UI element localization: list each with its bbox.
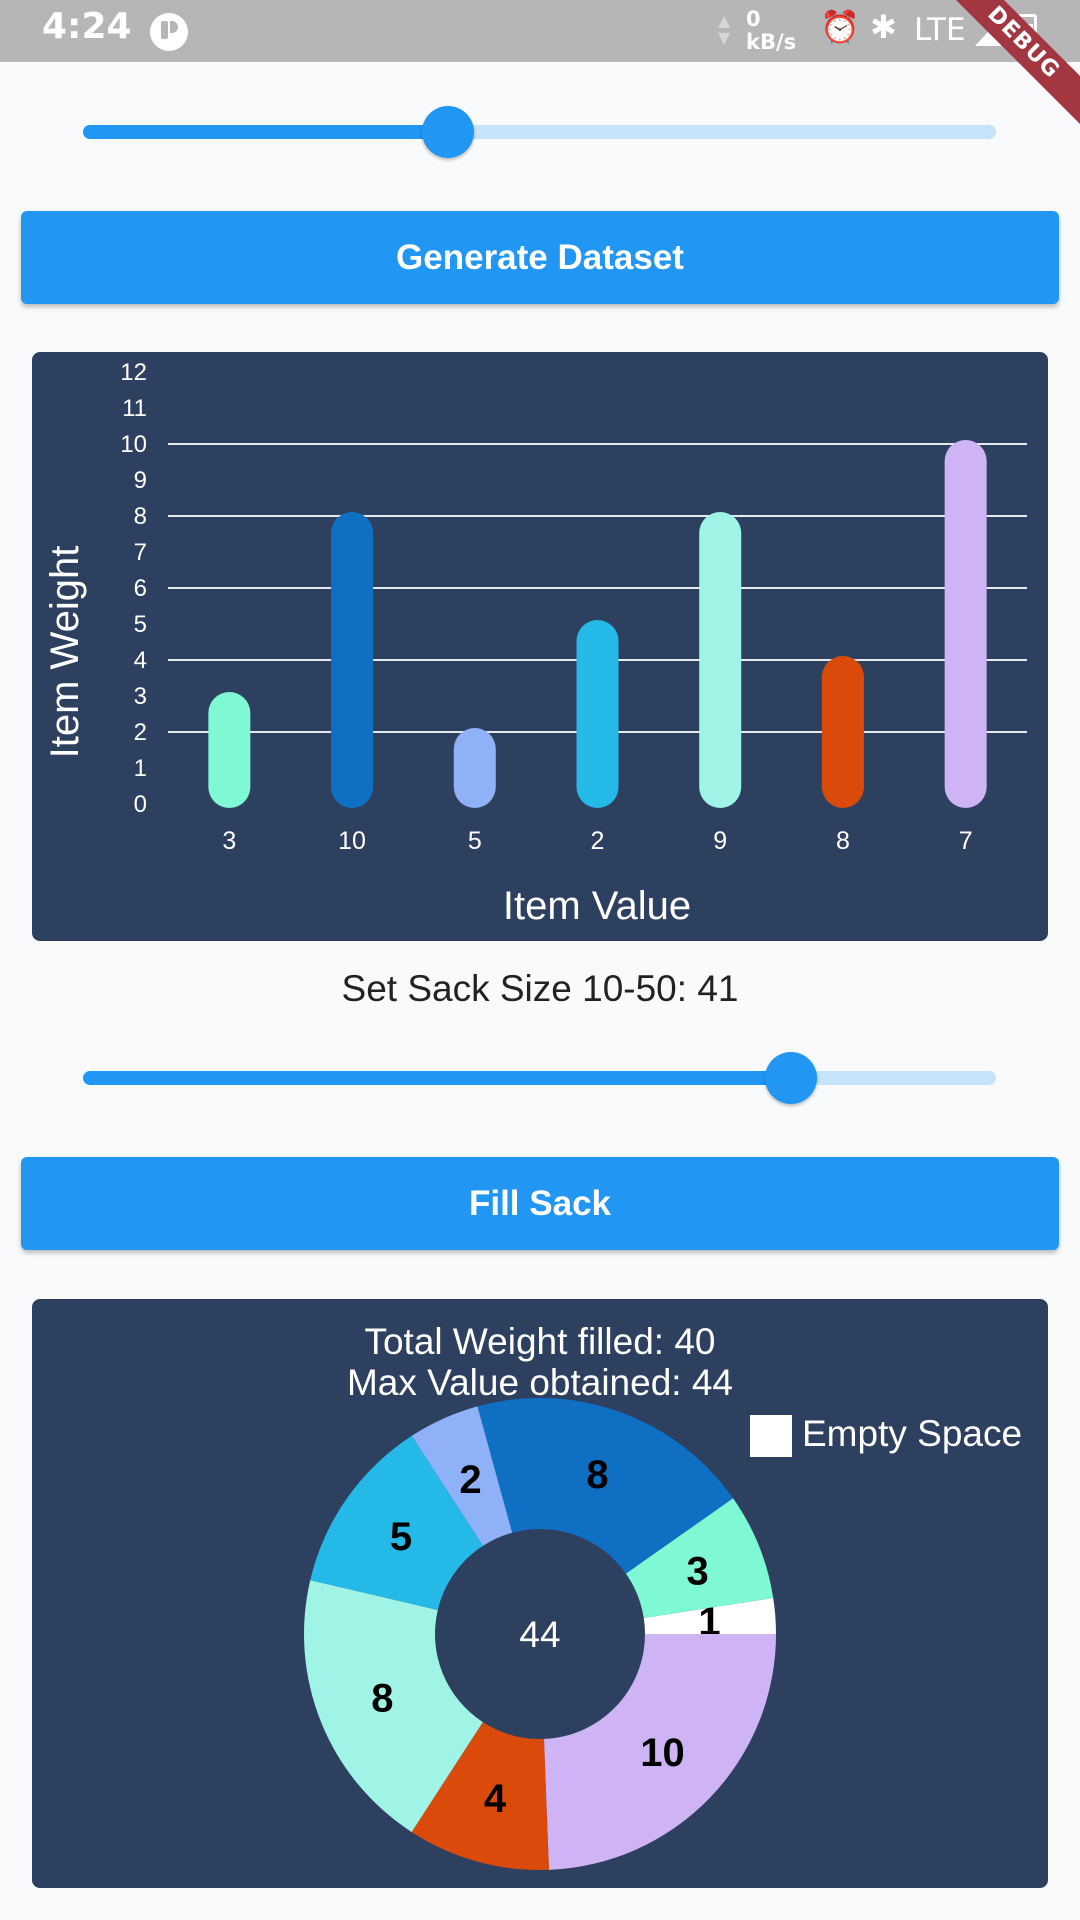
sack-size-slider[interactable] [83,1052,996,1104]
y-tick-label: 9 [134,467,147,494]
slice-label: 8 [586,1453,608,1497]
network-type: LTE [914,12,966,48]
bar [699,512,742,808]
slider-active-track [83,1071,791,1085]
slice-label: 2 [459,1458,481,1502]
network-speed: 0 kB/s [746,8,796,54]
y-tick-label: 10 [120,431,147,458]
bar [331,512,374,808]
bar [208,692,251,808]
network-speed-unit: kB/s [746,30,797,54]
dataset-size-slider[interactable] [83,106,996,158]
x-tick-label: 9 [713,827,727,855]
sack-result-card: Total Weight filled: 40 Max Value obtain… [32,1299,1048,1888]
fill-sack-button[interactable]: Fill Sack [21,1157,1059,1250]
item-bar-chart: 01234567891011123 10 5 2 9 8 7Item ValueItem W… [43,359,1027,928]
bar [944,440,987,808]
status-time: 4:24 [42,6,132,47]
x-tick-label: 10 [338,827,366,855]
y-tick-label: 5 [134,611,147,638]
bar [453,728,496,808]
y-tick-label: 8 [134,503,147,530]
x-tick-label: 8 [836,827,850,855]
donut-center-value: 44 [519,1614,560,1655]
bar [821,656,864,808]
x-tick-label: 5 [468,827,482,855]
slice-label: 4 [484,1777,507,1821]
app-notification-icon [150,13,188,51]
y-tick-label: 0 [134,791,147,818]
x-tick-label: 2 [591,827,605,855]
y-tick-label: 11 [122,395,147,422]
sack-donut-chart: 13825841044 [303,1398,776,1870]
y-tick-label: 7 [134,539,147,566]
x-axis-title: Item Value [503,884,691,928]
network-speed-value: 0 [746,7,761,31]
slider-thumb[interactable] [422,106,475,158]
slider-thumb[interactable] [764,1052,817,1104]
slice-label: 3 [687,1549,709,1593]
slice-label: 5 [390,1515,412,1559]
bluetooth-icon: ✱ [870,8,897,46]
slice-label: 10 [640,1731,685,1775]
slider-active-track [83,125,449,139]
y-tick-label: 2 [134,719,147,746]
y-tick-label: 12 [120,359,147,386]
y-axis-title: Item Weight [43,546,87,759]
status-bar: 4:24 ▲ ▼ 0 kB/s ⏰ ✱ LTE [0,0,1080,62]
sack-size-label: Set Sack Size 10-50: 41 [341,968,739,1009]
bar [576,620,619,808]
x-tick-label: 3 [222,827,236,855]
data-arrows-icon: ▲ ▼ [718,11,731,47]
item-chart-card: 0 1 2 3 4 5 6 7 8 9 10 11 12 3 10 5 2 9 8 7 Item Value Item W… [32,352,1048,941]
y-tick-label: 3 [134,683,147,710]
alarm-icon: ⏰ [820,8,860,46]
x-tick-label: 7 [959,827,973,855]
status-icons: ⏰ ✱ [820,8,897,46]
y-tick-label: 4 [134,647,147,674]
y-tick-label: 6 [134,575,147,602]
generate-dataset-button[interactable]: Generate Dataset [21,211,1059,304]
slice-label: 8 [371,1677,393,1721]
y-tick-label: 1 [134,755,147,782]
